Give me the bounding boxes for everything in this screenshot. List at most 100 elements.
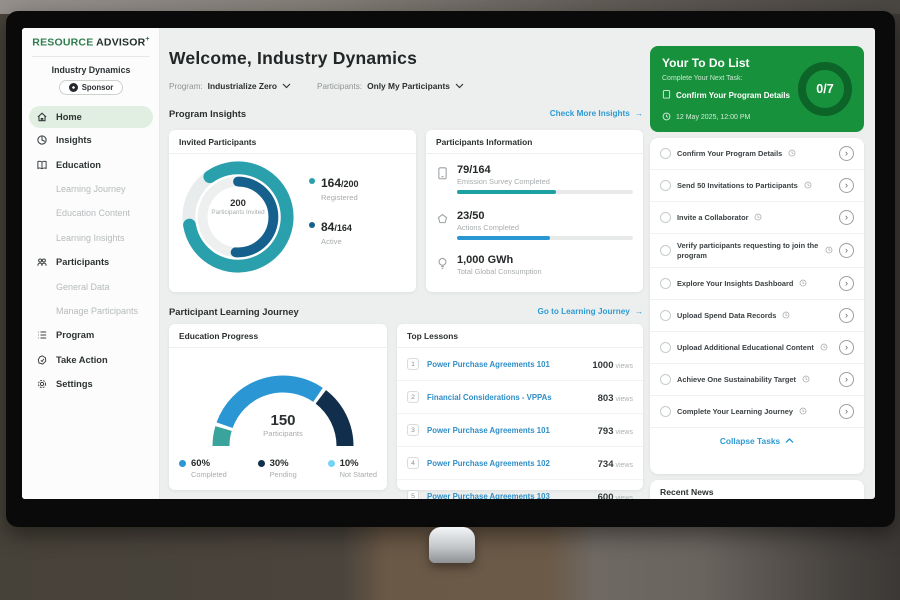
participants-invited-value: 200 bbox=[203, 198, 273, 209]
views-word: views bbox=[615, 462, 633, 469]
task-checkbox[interactable] bbox=[660, 180, 671, 191]
chevron-right-icon[interactable]: › bbox=[839, 178, 854, 193]
logo-advisor: ADVISOR bbox=[96, 37, 145, 49]
chevron-right-icon[interactable]: › bbox=[839, 340, 854, 355]
lesson-rank: 4 bbox=[407, 457, 419, 469]
stat-label: Emission Survey Completed bbox=[457, 177, 633, 186]
lesson-views: 734 bbox=[598, 459, 614, 470]
task-checkbox[interactable] bbox=[660, 148, 671, 159]
legend-registered: 164/200 Registered bbox=[309, 174, 359, 202]
lesson-link[interactable]: Power Purchase Agreements 102 bbox=[427, 459, 590, 468]
lesson-views: 600 bbox=[598, 492, 614, 499]
sidebar-item-label: Learning Insights bbox=[56, 233, 125, 243]
chevron-right-icon[interactable]: › bbox=[839, 372, 854, 387]
task-checkbox[interactable] bbox=[660, 342, 671, 353]
program-filter-value: Industrialize Zero bbox=[208, 81, 277, 91]
task-checkbox[interactable] bbox=[660, 212, 671, 223]
todo-summary-card: Your To Do List Complete Your Next Task:… bbox=[650, 46, 864, 132]
sidebar-item-take-action[interactable]: Take Action bbox=[22, 348, 160, 372]
sidebar-item-home[interactable]: Home bbox=[29, 106, 153, 128]
arrow-right-icon: → bbox=[635, 307, 643, 316]
task-checkbox[interactable] bbox=[660, 406, 671, 417]
org-name: Industry Dynamics bbox=[22, 65, 160, 75]
card-title: Top Lessons bbox=[397, 324, 643, 348]
task-upload-educational-content[interactable]: Upload Additional Educational Content › bbox=[650, 332, 864, 364]
task-complete-learning-journey[interactable]: Complete Your Learning Journey › bbox=[650, 396, 864, 428]
chevron-right-icon[interactable]: › bbox=[839, 210, 854, 225]
legend-dot bbox=[309, 178, 315, 184]
participants-filter[interactable]: Participants: Only My Participants bbox=[317, 81, 464, 91]
recent-news-card: Recent News bbox=[650, 480, 864, 499]
sidebar-item-settings[interactable]: Settings bbox=[22, 372, 160, 396]
insights-icon bbox=[36, 134, 48, 146]
clock-icon bbox=[799, 274, 807, 292]
sidebar-item-education-content[interactable]: Education Content bbox=[22, 201, 160, 225]
task-achieve-sustainability-target[interactable]: Achieve One Sustainability Target › bbox=[650, 364, 864, 396]
task-invite-collaborator[interactable]: Invite a Collaborator › bbox=[650, 202, 864, 234]
sidebar-item-general-data[interactable]: General Data bbox=[22, 274, 160, 298]
chevron-right-icon[interactable]: › bbox=[839, 243, 854, 258]
task-checkbox[interactable] bbox=[660, 278, 671, 289]
collapse-tasks-link[interactable]: Collapse Tasks bbox=[650, 428, 864, 452]
lesson-link[interactable]: Power Purchase Agreements 101 bbox=[427, 360, 584, 369]
task-upload-spend-data[interactable]: Upload Spend Data Records › bbox=[650, 300, 864, 332]
program-filter[interactable]: Program: Industrialize Zero bbox=[169, 81, 291, 91]
task-checkbox[interactable] bbox=[660, 310, 671, 321]
task-explore-insights[interactable]: Explore Your Insights Dashboard › bbox=[650, 268, 864, 300]
participants-filter-value: Only My Participants bbox=[367, 81, 450, 91]
stat-value: 79/164 bbox=[457, 164, 633, 176]
registered-total: /200 bbox=[341, 179, 359, 189]
clock-icon bbox=[802, 370, 810, 388]
sidebar-item-label: Settings bbox=[56, 379, 93, 389]
lesson-link[interactable]: Power Purchase Agreements 103 bbox=[427, 492, 590, 500]
chevron-right-icon[interactable]: › bbox=[839, 308, 854, 323]
sidebar-item-manage-participants[interactable]: Manage Participants bbox=[22, 299, 160, 323]
sidebar-item-label: Education bbox=[56, 160, 101, 170]
sidebar-item-learning-journey[interactable]: Learning Journey bbox=[22, 177, 160, 201]
todo-due-date: 12 May 2025, 12:00 PM bbox=[676, 114, 750, 121]
take-action-icon bbox=[36, 354, 48, 366]
task-checkbox[interactable] bbox=[660, 374, 671, 385]
education-progress-card: Education Progress 150 Participants 60% … bbox=[169, 324, 387, 490]
sidebar-item-label: Take Action bbox=[56, 355, 108, 365]
task-confirm-program-details[interactable]: Confirm Your Program Details › bbox=[650, 138, 864, 170]
sponsor-badge[interactable]: Sponsor bbox=[59, 80, 124, 95]
clock-icon bbox=[820, 338, 828, 356]
program-filter-label: Program: bbox=[169, 82, 203, 91]
link-label: Go to Learning Journey bbox=[537, 307, 629, 316]
views-word: views bbox=[615, 363, 633, 370]
participants-invited-label: Participants Invited bbox=[203, 209, 273, 217]
page-title: Welcome, Industry Dynamics bbox=[169, 48, 417, 69]
views-word: views bbox=[615, 396, 633, 403]
clock-icon bbox=[782, 306, 790, 324]
lesson-link[interactable]: Power Purchase Agreements 101 bbox=[427, 426, 590, 435]
progress-bar bbox=[457, 236, 633, 240]
task-send-invitations[interactable]: Send 50 Invitations to Participants › bbox=[650, 170, 864, 202]
card-title: Education Progress bbox=[169, 324, 387, 348]
clock-icon bbox=[804, 176, 812, 194]
sponsor-badge-wrap: Sponsor bbox=[22, 80, 160, 95]
sponsor-badge-label: Sponsor bbox=[82, 83, 114, 92]
task-verify-participants[interactable]: Verify participants requesting to join t… bbox=[650, 234, 864, 268]
registered-value: 164 bbox=[321, 176, 341, 190]
sidebar-item-program[interactable]: Program bbox=[22, 323, 160, 347]
chevron-right-icon[interactable]: › bbox=[839, 404, 854, 419]
task-label: Achieve One Sustainability Target bbox=[677, 375, 796, 385]
chevron-right-icon[interactable]: › bbox=[839, 146, 854, 161]
scene: RESOURCE ADVISOR+ Industry Dynamics Spon… bbox=[0, 0, 900, 600]
sidebar-item-learning-insights[interactable]: Learning Insights bbox=[22, 226, 160, 250]
chevron-right-icon[interactable]: › bbox=[839, 276, 854, 291]
sidebar-item-education[interactable]: Education bbox=[22, 152, 160, 176]
task-label: Explore Your Insights Dashboard bbox=[677, 279, 793, 289]
legend-pending: 30% Pending bbox=[258, 458, 297, 479]
chevron-up-icon bbox=[785, 436, 794, 446]
go-to-learning-journey-link[interactable]: Go to Learning Journey → bbox=[537, 307, 643, 316]
participants-filter-label: Participants: bbox=[317, 82, 362, 91]
task-checkbox[interactable] bbox=[660, 245, 671, 256]
check-more-insights-link[interactable]: Check More Insights → bbox=[550, 109, 643, 118]
main-content: Welcome, Industry Dynamics Program: Indu… bbox=[160, 28, 650, 499]
sidebar-item-insights[interactable]: Insights bbox=[22, 128, 160, 152]
lesson-link[interactable]: Financial Considerations - VPPAs bbox=[427, 393, 590, 402]
clipboard-icon bbox=[662, 86, 671, 104]
sidebar-item-participants[interactable]: Participants bbox=[22, 250, 160, 274]
